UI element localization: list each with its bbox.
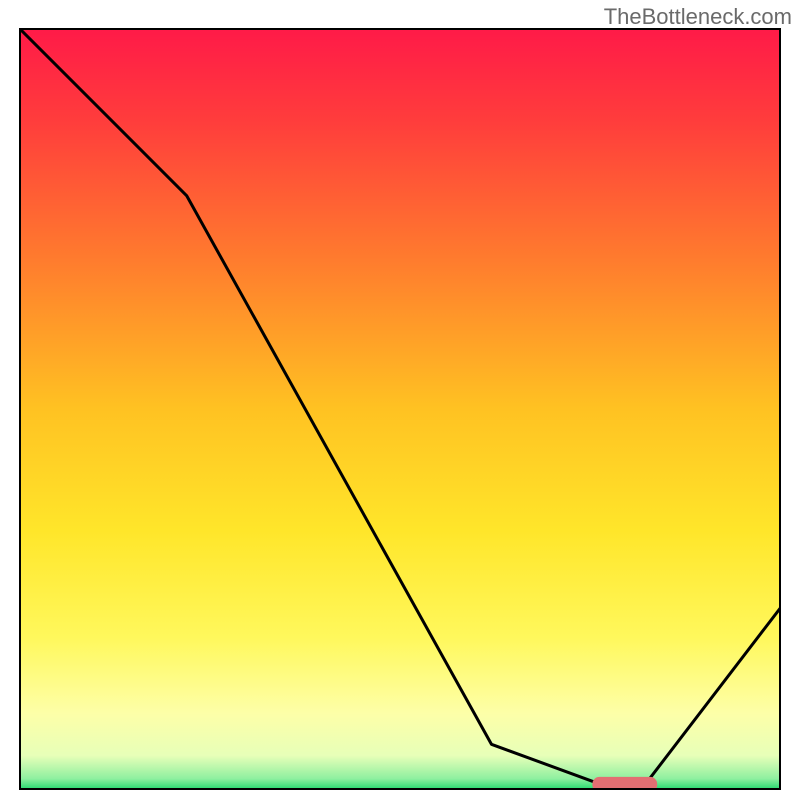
bottleneck-chart-svg	[19, 28, 781, 790]
watermark-text: TheBottleneck.com	[604, 4, 792, 30]
chart-plot-area	[19, 28, 781, 790]
